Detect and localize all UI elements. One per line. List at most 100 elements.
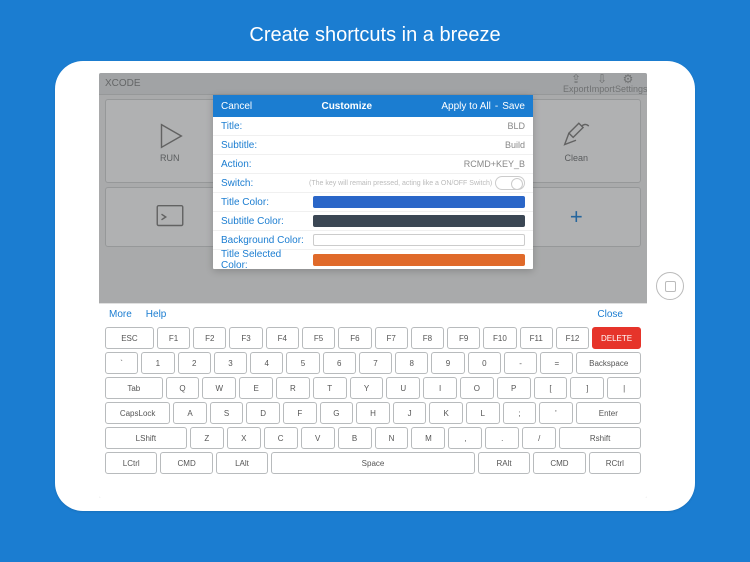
key-t[interactable]: T (313, 377, 347, 399)
key-3[interactable]: 3 (214, 352, 247, 374)
help-button[interactable]: Help (146, 309, 167, 320)
key-f8[interactable]: F8 (411, 327, 444, 349)
key-f4[interactable]: F4 (266, 327, 299, 349)
key-k[interactable]: K (429, 402, 463, 424)
key-5[interactable]: 5 (286, 352, 319, 374)
key-n[interactable]: N (375, 427, 409, 449)
key-j[interactable]: J (393, 402, 427, 424)
key-delete[interactable]: DELETE (592, 327, 641, 349)
action-label: Action: (221, 159, 309, 170)
key-2[interactable]: 2 (178, 352, 211, 374)
key-f3[interactable]: F3 (229, 327, 262, 349)
key-f9[interactable]: F9 (447, 327, 480, 349)
key-v[interactable]: V (301, 427, 335, 449)
key-rshift[interactable]: Rshift (559, 427, 641, 449)
key-7[interactable]: 7 (359, 352, 392, 374)
key-q[interactable]: Q (166, 377, 200, 399)
key-e[interactable]: E (239, 377, 273, 399)
home-button[interactable] (656, 272, 684, 300)
key-[interactable]: . (485, 427, 519, 449)
key-m[interactable]: M (411, 427, 445, 449)
key-[interactable]: , (448, 427, 482, 449)
title-value[interactable]: BLD (309, 121, 525, 131)
key-6[interactable]: 6 (323, 352, 356, 374)
page-title: Create shortcuts in a breeze (0, 0, 750, 61)
title-sel-color-swatch[interactable] (313, 254, 525, 266)
bg-color-swatch[interactable] (313, 234, 525, 246)
key-cmd[interactable]: CMD (533, 452, 585, 474)
key-cmd[interactable]: CMD (160, 452, 212, 474)
key-lctrl[interactable]: LCtrl (105, 452, 157, 474)
key-y[interactable]: Y (350, 377, 384, 399)
title-color-swatch[interactable] (313, 196, 525, 208)
key-d[interactable]: D (246, 402, 280, 424)
key-f6[interactable]: F6 (338, 327, 371, 349)
key-[interactable]: ' (539, 402, 573, 424)
key-space[interactable]: Space (271, 452, 475, 474)
subtitle-color-label: Subtitle Color: (221, 216, 309, 227)
key-a[interactable]: A (173, 402, 207, 424)
ipad-frame: XCODE ⇪Export ⇩Import ⚙Settings RUN Clea… (55, 61, 695, 511)
key-f[interactable]: F (283, 402, 317, 424)
keyboard-panel: More Help Close ESCF1F2F3F4F5F6F7F8F9F10… (99, 303, 647, 498)
key-w[interactable]: W (202, 377, 236, 399)
key-l[interactable]: L (466, 402, 500, 424)
key-[interactable]: = (540, 352, 573, 374)
key-1[interactable]: 1 (141, 352, 174, 374)
key-x[interactable]: X (227, 427, 261, 449)
subtitle-color-swatch[interactable] (313, 215, 525, 227)
subtitle-label: Subtitle: (221, 140, 309, 151)
switch-toggle[interactable] (495, 176, 525, 190)
key-ralt[interactable]: RAlt (478, 452, 530, 474)
key-r[interactable]: R (276, 377, 310, 399)
key-o[interactable]: O (460, 377, 494, 399)
key-g[interactable]: G (320, 402, 354, 424)
key-lalt[interactable]: LAlt (216, 452, 268, 474)
key-rctrl[interactable]: RCtrl (589, 452, 641, 474)
title-label: Title: (221, 121, 309, 132)
key-[interactable]: [ (534, 377, 568, 399)
title-sel-color-label: Title Selected Color: (221, 249, 309, 271)
key-[interactable]: - (504, 352, 537, 374)
save-button[interactable]: Save (502, 101, 525, 112)
keyboard: ESCF1F2F3F4F5F6F7F8F9F10F11F12DELETE `12… (99, 324, 647, 480)
key-enter[interactable]: Enter (576, 402, 641, 424)
switch-hint: (The key will remain pressed, acting lik… (309, 180, 495, 187)
action-value[interactable]: RCMD+KEY_B (309, 159, 525, 169)
key-s[interactable]: S (210, 402, 244, 424)
key-[interactable]: | (607, 377, 641, 399)
key-[interactable]: / (522, 427, 556, 449)
key-[interactable]: ] (570, 377, 604, 399)
title-color-label: Title Color: (221, 197, 309, 208)
subtitle-value[interactable]: Build (309, 140, 525, 150)
key-z[interactable]: Z (190, 427, 224, 449)
key-c[interactable]: C (264, 427, 298, 449)
key-h[interactable]: H (356, 402, 390, 424)
key-backspace[interactable]: Backspace (576, 352, 641, 374)
key-4[interactable]: 4 (250, 352, 283, 374)
key-f11[interactable]: F11 (520, 327, 553, 349)
key-p[interactable]: P (497, 377, 531, 399)
apply-all-button[interactable]: Apply to All (441, 101, 490, 112)
key-0[interactable]: 0 (468, 352, 501, 374)
key-[interactable]: ; (503, 402, 537, 424)
key-tab[interactable]: Tab (105, 377, 163, 399)
key-esc[interactable]: ESC (105, 327, 154, 349)
key-f10[interactable]: F10 (483, 327, 516, 349)
key-lshift[interactable]: LShift (105, 427, 187, 449)
key-8[interactable]: 8 (395, 352, 428, 374)
close-button[interactable]: Close (597, 309, 623, 320)
key-f12[interactable]: F12 (556, 327, 589, 349)
key-u[interactable]: U (386, 377, 420, 399)
key-9[interactable]: 9 (431, 352, 464, 374)
key-f1[interactable]: F1 (157, 327, 190, 349)
key-f7[interactable]: F7 (375, 327, 408, 349)
key-b[interactable]: B (338, 427, 372, 449)
key-i[interactable]: I (423, 377, 457, 399)
key-f5[interactable]: F5 (302, 327, 335, 349)
key-[interactable]: ` (105, 352, 138, 374)
more-button[interactable]: More (109, 309, 132, 320)
cancel-button[interactable]: Cancel (221, 101, 252, 112)
key-f2[interactable]: F2 (193, 327, 226, 349)
key-capslock[interactable]: CapsLock (105, 402, 170, 424)
